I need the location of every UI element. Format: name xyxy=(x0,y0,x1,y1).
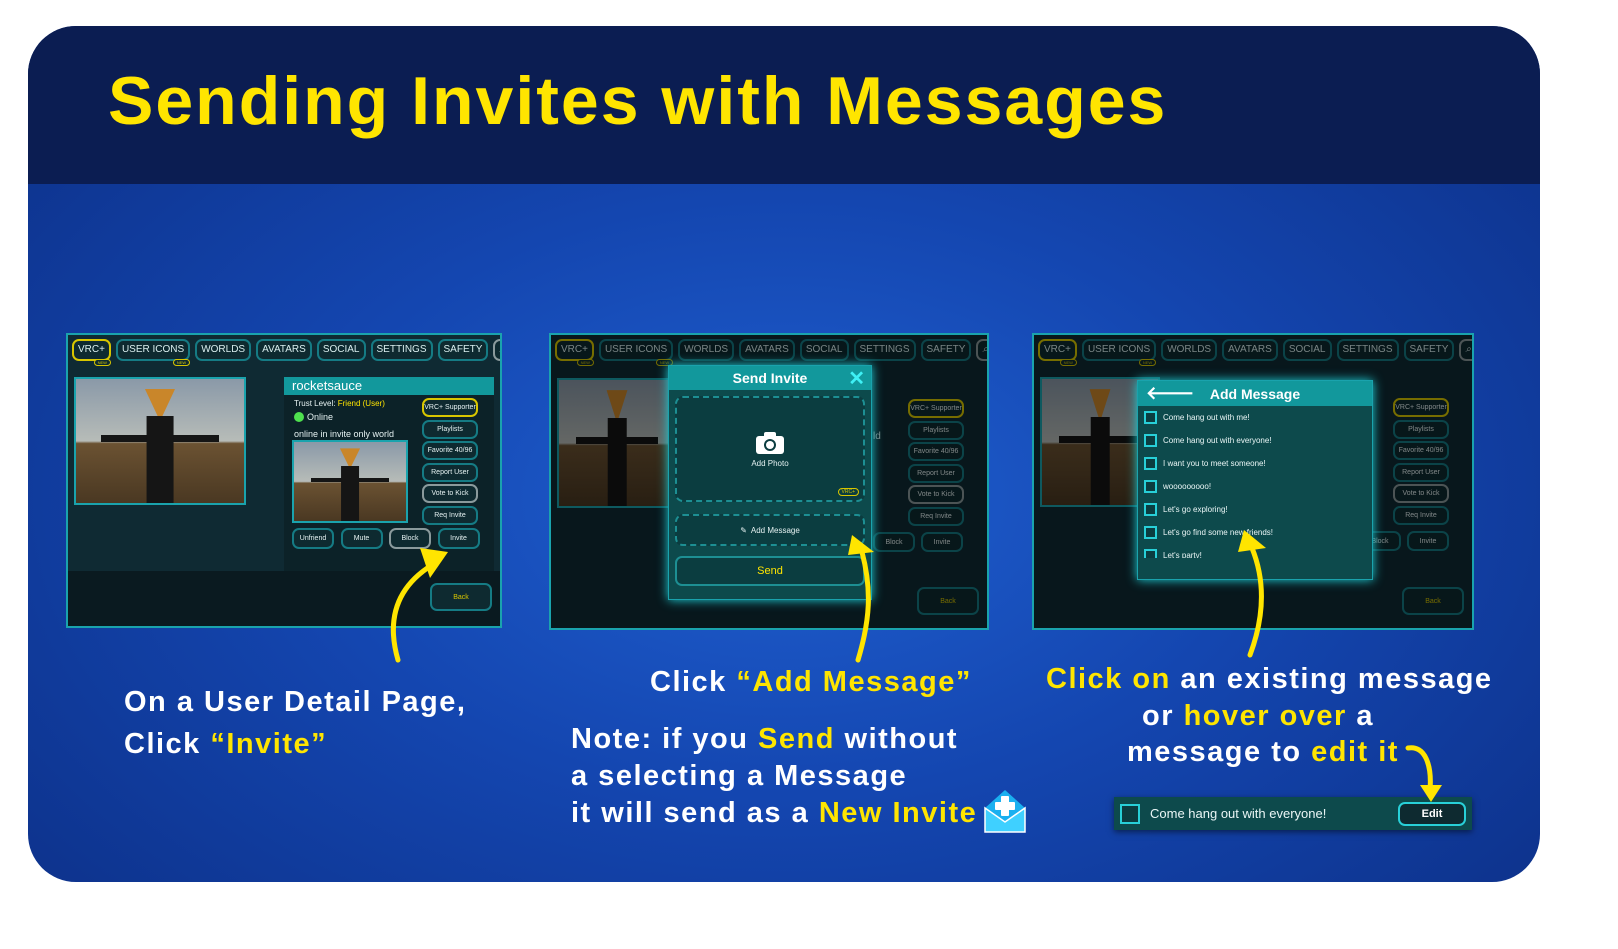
new-invite-envelope-icon xyxy=(984,790,1026,833)
arrow-to-add-message xyxy=(855,549,871,663)
step2-caption: Click “Add Message” xyxy=(650,666,972,698)
step1-caption-line1: On a User Detail Page, xyxy=(124,686,467,718)
note-line2: a selecting a Message xyxy=(571,760,908,792)
step3-line2: or hover over a xyxy=(1142,700,1375,732)
step3-line1: Click on an existing message xyxy=(1046,663,1493,695)
arrow-to-message xyxy=(1247,545,1264,658)
arrow-to-edit xyxy=(1405,745,1433,793)
arrow-to-invite xyxy=(390,562,435,663)
step3-line3: message to edit it xyxy=(1127,736,1399,768)
note-line3: it will send as a New Invite xyxy=(571,797,978,829)
note-line1: Note: if you Send without xyxy=(571,723,959,755)
step1-caption-line2: Click “Invite” xyxy=(124,728,328,760)
